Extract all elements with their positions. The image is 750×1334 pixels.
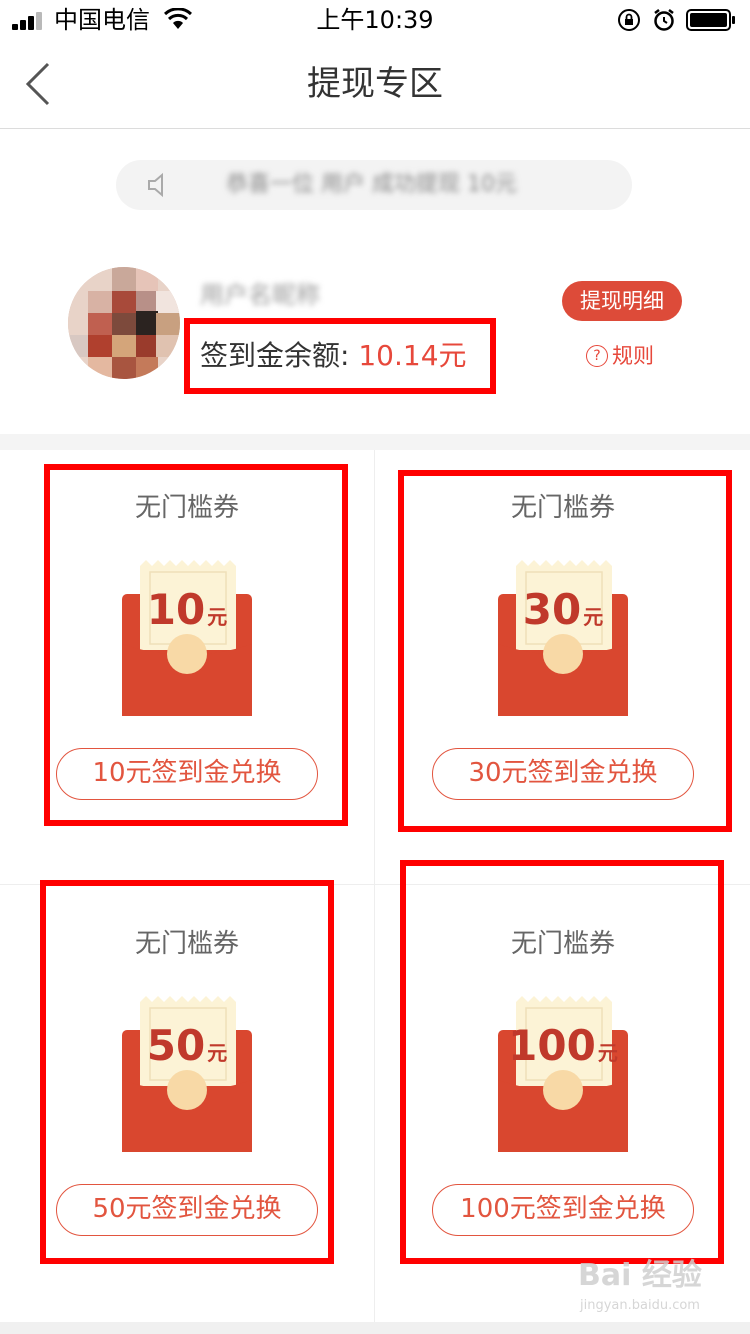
coupon-card-30: 无门槛券 30 元 30元签到金兑换: [376, 450, 750, 884]
coupon-amount: 10 元: [146, 585, 228, 634]
balance-label: 签到金余额:: [200, 339, 359, 372]
navigation-bar: 提现专区: [0, 40, 750, 129]
section-divider: [0, 434, 750, 450]
redeem-button-30[interactable]: 30元签到金兑换: [432, 748, 694, 800]
avatar: [68, 267, 180, 379]
coupon-title: 无门槛券: [510, 929, 615, 959]
grid-divider-horizontal: [0, 884, 750, 885]
withdraw-detail-button[interactable]: 提现明细: [562, 281, 682, 321]
coupon-amount: 100 元: [508, 1021, 618, 1070]
balance-amount: 10.14元: [358, 339, 467, 372]
rules-label: 规则: [612, 344, 654, 368]
coupon-amount: 50 元: [146, 1021, 228, 1070]
coupon-title: 无门槛券: [134, 493, 239, 523]
redeem-button-50[interactable]: 50元签到金兑换: [56, 1184, 318, 1236]
notice-text: 恭喜一位 用户 成功提现 10元: [226, 172, 517, 197]
watermark-main: Bai 经验: [578, 1258, 702, 1293]
grid-divider-vertical: [374, 450, 375, 1322]
battery-icon: [686, 9, 735, 31]
user-name: 用户名昵称: [200, 281, 320, 309]
coupon-card-10: 无门槛券 10 元 10元签到金兑换: [0, 450, 374, 884]
question-icon: ?: [586, 345, 608, 367]
redeem-button-10[interactable]: 10元签到金兑换: [56, 748, 318, 800]
coupon-title: 无门槛券: [134, 929, 239, 959]
watermark-sub: jingyan.baidu.com: [580, 1298, 700, 1313]
speaker-icon: [148, 172, 163, 198]
coupon-amount: 30 元: [522, 585, 604, 634]
bottom-divider: [0, 1322, 750, 1334]
rules-link[interactable]: ? 规则: [586, 342, 654, 370]
status-bar: 中国电信 上午10:39: [0, 0, 750, 40]
page-title: 提现专区: [307, 64, 443, 104]
orientation-lock-icon: [618, 9, 640, 31]
coupon-title: 无门槛券: [510, 493, 615, 523]
alarm-icon: [654, 9, 674, 31]
baidu-jingyan-watermark: Bai 经验 jingyan.baidu.com: [578, 1252, 738, 1322]
coupon-card-50: 无门槛券 50 元 50元签到金兑换: [0, 886, 374, 1320]
redeem-button-100[interactable]: 100元签到金兑换: [432, 1184, 694, 1236]
notice-ticker: 恭喜一位 用户 成功提现 10元: [116, 160, 632, 210]
balance-display: 签到金余额: 10.14元: [200, 336, 467, 376]
